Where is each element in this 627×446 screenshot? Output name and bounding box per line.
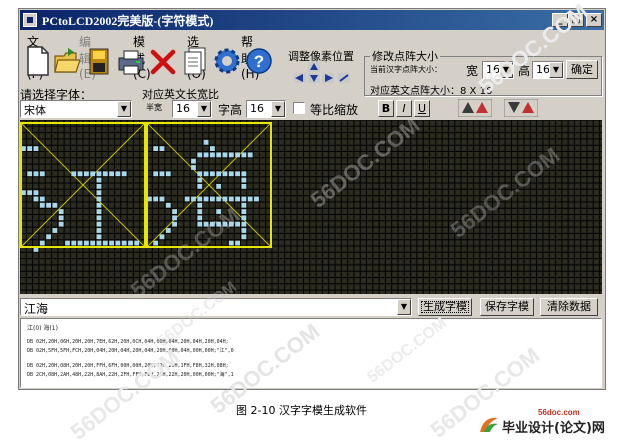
output-line: DB 02H,20H,06H,20H,20H,7EH,62H,20H,0CH,0…	[27, 339, 229, 345]
underline-button[interactable]: U	[414, 100, 430, 117]
figure-caption: 图 2-10 汉字字模生成软件	[236, 404, 367, 417]
arrow-down-icon[interactable]	[308, 73, 320, 83]
proportional-checkbox[interactable]	[293, 102, 305, 114]
clear-data-button[interactable]: 清除数据	[540, 298, 598, 316]
new-file-button[interactable]	[22, 44, 52, 78]
open-file-button[interactable]	[52, 44, 82, 78]
proportional-label: 等比缩放	[310, 103, 359, 117]
chevron-down-icon: ▼	[197, 101, 211, 117]
flip-horizontal-icon[interactable]	[458, 99, 492, 117]
chevron-down-icon: ▼	[117, 101, 131, 117]
site-logo: 56doc.com 毕业设计(论文)网	[478, 408, 618, 436]
open-folder-icon	[54, 48, 81, 73]
flip-vertical-icon[interactable]	[504, 99, 538, 117]
save-button[interactable]	[84, 44, 114, 78]
font-select[interactable]: 宋体 ▼	[20, 100, 132, 118]
printer-icon	[118, 50, 144, 75]
print-button[interactable]	[116, 44, 146, 78]
delete-button[interactable]	[148, 44, 178, 78]
output-line: 江(0) 海(1)	[27, 325, 58, 332]
height-select[interactable]: 16 ▼	[532, 61, 564, 79]
help-button[interactable]: ?	[244, 44, 274, 78]
bold-button[interactable]: B	[378, 100, 394, 117]
title-bar[interactable]: PCtoLCD2002完美版-(字符模式) _ □ ×	[20, 10, 604, 30]
logo-name: 毕业设计(论文)网	[502, 421, 605, 436]
generate-button[interactable]: 生成字模	[418, 298, 472, 316]
gear-icon	[214, 48, 240, 74]
confirm-size-button[interactable]: 确定	[566, 60, 598, 79]
dot-matrix-editor[interactable]	[19, 119, 607, 297]
dot-size-label: 修改点阵大小	[370, 48, 440, 64]
arrow-up-icon[interactable]	[308, 62, 320, 72]
rotate-icon[interactable]	[338, 73, 350, 83]
settings-button[interactable]	[212, 44, 242, 78]
arrow-right-icon[interactable]	[322, 73, 334, 83]
save-font-button[interactable]: 保存字模	[480, 298, 534, 316]
chevron-down-icon: ▼	[549, 62, 563, 78]
current-size-label: 当前汉字点阵大小：	[370, 65, 442, 74]
glyph-cell-jiang[interactable]	[20, 122, 146, 248]
char-height-label: 字高	[218, 103, 243, 117]
copy-button[interactable]	[180, 44, 210, 78]
pixel-position-arrows	[292, 62, 352, 90]
char-height-select[interactable]: 16 ▼	[246, 100, 286, 118]
window-title: PCtoLCD2002完美版-(字符模式)	[42, 14, 214, 28]
chevron-down-icon: ▼	[271, 101, 285, 117]
half-width-select[interactable]: 16 ▼	[172, 100, 212, 118]
half-width-label: 半宽	[146, 103, 162, 112]
logo-site: 56doc.com	[538, 408, 580, 417]
delete-x-icon	[150, 49, 176, 75]
new-file-icon	[27, 46, 49, 76]
help-icon: ?	[246, 48, 272, 74]
save-disk-icon	[89, 48, 109, 75]
logo-mark-icon	[480, 417, 498, 432]
output-line: DB 02H,20H,08H,20H,20H,FFH,6FH,00H,00H,2…	[27, 363, 229, 369]
copy-page-icon	[184, 47, 206, 75]
svg-text:?: ?	[254, 52, 264, 71]
text-input-value: 江海	[24, 302, 49, 316]
app-icon	[23, 13, 37, 27]
english-size-label: 对应英文点阵大小：8 X 16	[370, 86, 493, 97]
chevron-down-icon[interactable]: ▼	[397, 299, 411, 315]
arrow-left-icon[interactable]	[294, 73, 306, 83]
output-line: DB 02H,5FH,5FH,FCH,20H,04H,20H,04H,20H,0…	[27, 348, 234, 354]
